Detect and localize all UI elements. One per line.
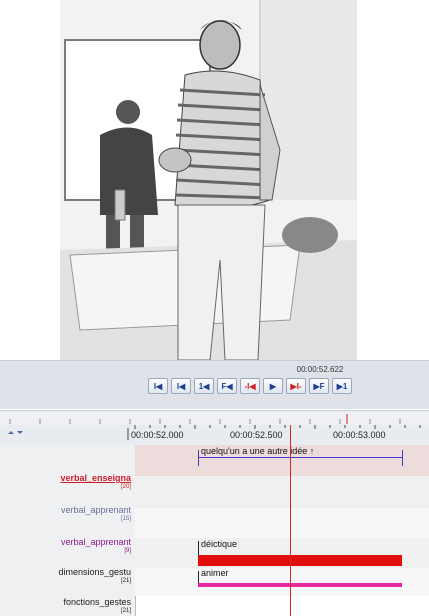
tier-row-fonctions-gestes[interactable]: animer: [135, 568, 429, 596]
playhead-crosshair[interactable]: [290, 425, 291, 616]
tier-label-column: verbal_enseigna [20] verbal_apprenant [1…: [0, 445, 136, 616]
tick-label: 00:00:52.500: [230, 430, 283, 440]
tier-count: [9]: [124, 548, 131, 554]
tier-count: [21]: [120, 608, 131, 614]
step-back-button[interactable]: 1◀: [194, 378, 214, 394]
media-player-controls: 00:00:52.622 I◀ I◀ 1◀ F◀ -I◀ ▶ ▶I- ▶F ▶1: [0, 360, 429, 409]
tick-label: 00:00:52.000: [131, 430, 184, 440]
annotation-verbal-text[interactable]: quelqu'un a une autre idée ↑: [201, 446, 314, 456]
tier-row-verbal-apprenant-2[interactable]: [135, 508, 429, 539]
step-forward-button[interactable]: ▶1: [332, 378, 352, 394]
tier-label-verbal-apprenant-2[interactable]: verbal_apprenant: [61, 537, 131, 547]
annotation-fonction-text[interactable]: animer: [201, 568, 229, 578]
annotation-dimension-bar[interactable]: [198, 555, 402, 566]
transport-controls: I◀ I◀ 1◀ F◀ -I◀ ▶ ▶I- ▶F ▶1: [148, 378, 352, 394]
tier-row-verbal-enseignant[interactable]: quelqu'un a une autre idée ↑: [135, 445, 429, 477]
tier-row-verbal-apprenant-1[interactable]: [135, 476, 429, 509]
overview-ruler[interactable]: [0, 410, 429, 426]
selection-start-button[interactable]: -I◀: [240, 378, 260, 394]
tier-row-dimensions-gestuelles[interactable]: déictique: [135, 538, 429, 569]
annotation-bar[interactable]: [198, 457, 402, 458]
annotation-dimension-text[interactable]: déictique: [201, 539, 237, 549]
previous-frame-button[interactable]: I◀: [171, 378, 191, 394]
previous-second-button[interactable]: F◀: [217, 378, 237, 394]
tier-count: [20]: [120, 484, 131, 490]
current-time-display: 00:00:52.622: [296, 365, 344, 374]
tier-count: [15]: [120, 516, 131, 522]
tier-label-verbal-enseignant[interactable]: verbal_enseigna: [60, 473, 131, 483]
selection-end-button[interactable]: ▶I-: [286, 378, 306, 394]
tick-label: 00:00:53.000: [333, 430, 386, 440]
annotation-fonction-bar[interactable]: [198, 583, 402, 587]
tier-label-dimensions-gestuelles[interactable]: dimensions_gestu: [58, 567, 131, 577]
tier-count: [21]: [120, 578, 131, 584]
tier-label-fonctions-gestes[interactable]: fonctions_gestes: [63, 597, 131, 607]
go-to-begin-button[interactable]: I◀: [148, 378, 168, 394]
play-button[interactable]: ▶: [263, 378, 283, 394]
annotation-start-edge: [198, 450, 199, 466]
tier-label-verbal-apprenant-1[interactable]: verbal_apprenant: [61, 505, 131, 515]
timeline-header: 00:00:52.000 00:00:52.500 00:00:53.000: [0, 425, 429, 446]
next-second-button[interactable]: ▶F: [309, 378, 329, 394]
annotation-end-edge: [402, 450, 403, 466]
video-frame: [60, 0, 357, 360]
annotation-timeline: 00:00:52.000 00:00:52.500 00:00:53.000 v…: [0, 425, 429, 616]
